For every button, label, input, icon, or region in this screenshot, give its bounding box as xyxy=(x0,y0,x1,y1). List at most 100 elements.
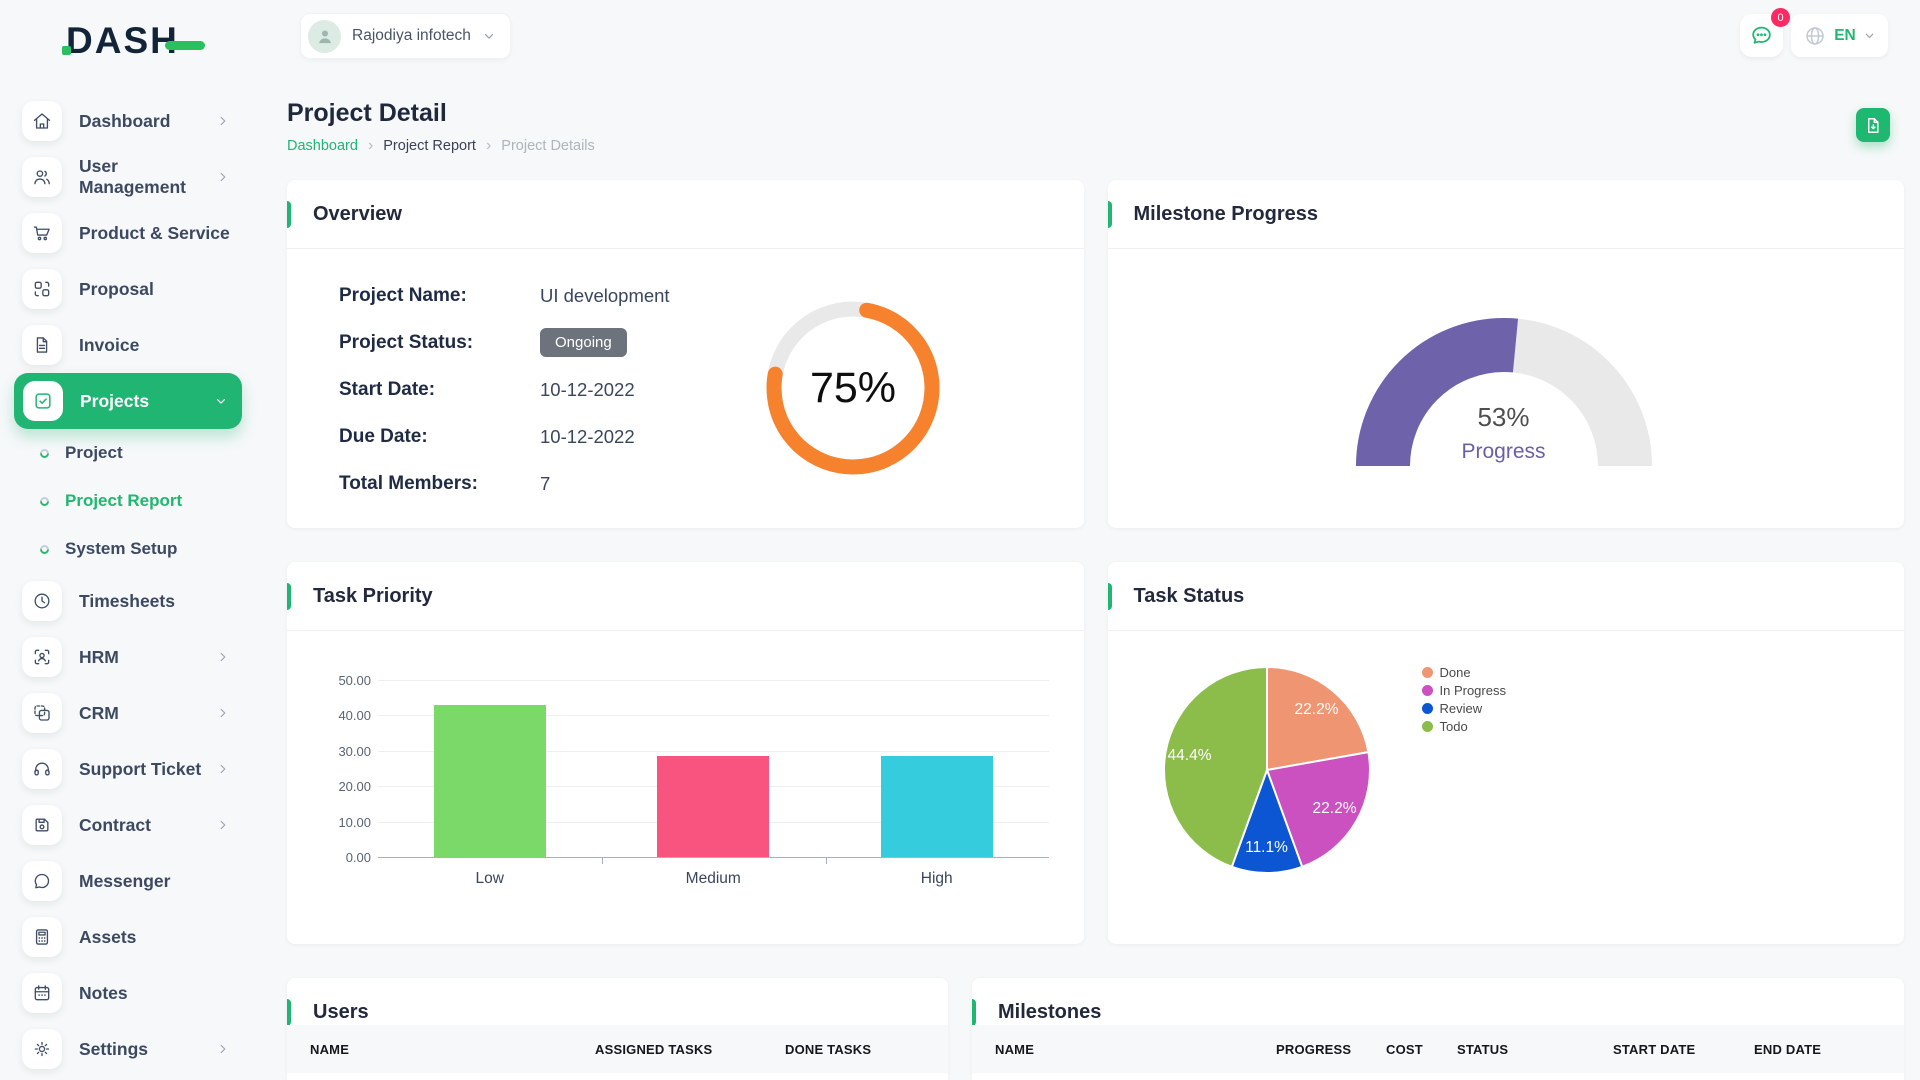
card-title: Milestone Progress xyxy=(1108,180,1905,249)
legend-dot xyxy=(1422,667,1433,678)
chevron-separator-icon: › xyxy=(368,137,373,155)
invoice-icon xyxy=(22,325,62,365)
legend-label: Done xyxy=(1440,665,1471,680)
y-tick-label: 0.00 xyxy=(327,850,371,865)
milestone-percent: 53% xyxy=(1356,402,1652,433)
top-bar: DASH Rajodiya infotech 0 EN xyxy=(0,0,1920,72)
x-tick xyxy=(602,858,603,864)
cart-icon xyxy=(22,213,62,253)
field-project-status: Project Status: Ongoing xyxy=(339,319,759,366)
axis-baseline: 0.00 xyxy=(327,857,1049,858)
sidebar-item-label: CRM xyxy=(79,703,119,724)
chevron-down-icon xyxy=(214,394,228,408)
pie-slice-label: 22.2% xyxy=(1313,800,1357,818)
field-project-name: Project Name: UI development xyxy=(339,272,759,319)
sidebar-item-timesheets[interactable]: Timesheets xyxy=(0,573,270,629)
sidebar-item-label: Proposal xyxy=(79,279,154,300)
legend-item-done: Done xyxy=(1422,664,1506,681)
sidebar-item-proposal[interactable]: Proposal xyxy=(0,261,270,317)
sidebar-item-label: Timesheets xyxy=(79,591,175,612)
chevron-right-icon xyxy=(216,1042,230,1056)
users-table-header: NAME ASSIGNED TASKS DONE TASKS xyxy=(287,1025,948,1073)
field-value: 10-12-2022 xyxy=(540,426,635,448)
sidebar: Dashboard User Management Product & Serv… xyxy=(0,72,270,1080)
main-content: Project Detail Dashboard › Project Repor… xyxy=(270,72,1920,1080)
globe-icon xyxy=(1803,24,1827,48)
sidebar-item-label: Projects xyxy=(80,391,149,412)
app-root: DASH Rajodiya infotech 0 EN xyxy=(0,0,1920,1080)
x-tick-label: Low xyxy=(378,870,602,888)
chevron-right-icon xyxy=(216,706,230,720)
x-tick-label: Medium xyxy=(602,870,826,888)
task-status-card: Task Status 22.2% 22.2% 11.1% 44.4% Done… xyxy=(1108,562,1905,944)
sidebar-item-product-service[interactable]: Product & Service xyxy=(0,205,270,261)
messages-button[interactable]: 0 xyxy=(1740,14,1783,57)
task-priority-card: Task Priority 50.00 40.00 30.00 20.00 10… xyxy=(287,562,1084,944)
x-tick-label: High xyxy=(825,870,1049,888)
sidebar-item-assets[interactable]: Assets xyxy=(0,909,270,965)
field-value: 7 xyxy=(540,473,550,495)
clock-icon xyxy=(22,581,62,621)
milestones-card: Milestones NAME PROGRESS COST STATUS STA… xyxy=(972,978,1904,1080)
sidebar-item-label: Project xyxy=(65,443,123,463)
y-tick-label: 40.00 xyxy=(327,708,371,723)
field-due-date: Due Date: 10-12-2022 xyxy=(339,413,759,460)
company-selector[interactable]: Rajodiya infotech xyxy=(300,13,511,59)
sidebar-item-label: Settings xyxy=(79,1039,148,1060)
bullet-icon xyxy=(38,543,51,556)
sidebar-item-projects[interactable]: Projects xyxy=(14,373,242,429)
breadcrumb-project-report[interactable]: Project Report xyxy=(383,138,476,154)
card-title: Task Status xyxy=(1108,562,1905,631)
sidebar-item-settings[interactable]: Settings xyxy=(0,1021,270,1077)
company-name: Rajodiya infotech xyxy=(352,27,471,45)
column-header: NAME xyxy=(310,1042,595,1057)
sidebar-item-user-management[interactable]: User Management xyxy=(0,149,270,205)
sidebar-item-hrm[interactable]: HRM xyxy=(0,629,270,685)
priority-bar xyxy=(881,756,993,857)
sidebar-item-notes[interactable]: Notes xyxy=(0,965,270,1021)
chat-bubble-icon xyxy=(22,861,62,901)
pie-slice-label: 11.1% xyxy=(1245,839,1288,857)
sidebar-item-system-setup[interactable]: System Setup xyxy=(0,525,270,573)
home-icon xyxy=(22,101,62,141)
field-label: Due Date: xyxy=(339,426,540,448)
sidebar-item-label: Notes xyxy=(79,983,128,1004)
chevron-right-icon xyxy=(216,170,230,184)
column-header: STATUS xyxy=(1457,1042,1613,1057)
chevron-down-icon xyxy=(1863,29,1876,42)
status-badge: Ongoing xyxy=(540,328,627,357)
user-focus-icon xyxy=(22,637,62,677)
legend-item-review: Review xyxy=(1422,700,1506,717)
column-header: PROGRESS xyxy=(1276,1042,1386,1057)
export-button[interactable] xyxy=(1856,108,1890,142)
language-selector[interactable]: EN xyxy=(1791,14,1888,57)
sidebar-item-label: Project Report xyxy=(65,491,182,511)
chevron-right-icon xyxy=(216,650,230,664)
overlapping-squares-icon xyxy=(22,693,62,733)
sidebar-item-contract[interactable]: Contract xyxy=(0,797,270,853)
users-card: Users NAME ASSIGNED TASKS DONE TASKS xyxy=(287,978,948,1080)
legend-label: In Progress xyxy=(1440,683,1506,698)
breadcrumb: Dashboard › Project Report › Project Det… xyxy=(287,137,1904,155)
column-header: END DATE xyxy=(1754,1042,1821,1057)
milestones-table-header: NAME PROGRESS COST STATUS START DATE END… xyxy=(972,1025,1904,1073)
sidebar-item-label: Support Ticket xyxy=(79,759,201,780)
sidebar-item-label: HRM xyxy=(79,647,119,668)
sidebar-item-support-ticket[interactable]: Support Ticket xyxy=(0,741,270,797)
sidebar-item-project[interactable]: Project xyxy=(0,429,270,477)
chevron-right-icon xyxy=(216,114,230,128)
milestone-progress-card: Milestone Progress 53% Progress xyxy=(1108,180,1905,528)
sidebar-item-crm[interactable]: CRM xyxy=(0,685,270,741)
sidebar-item-dashboard[interactable]: Dashboard xyxy=(0,93,270,149)
sidebar-item-label: Product & Service xyxy=(79,223,230,244)
app-logo[interactable]: DASH xyxy=(66,22,205,59)
sidebar-item-messenger[interactable]: Messenger xyxy=(0,853,270,909)
save-icon xyxy=(22,805,62,845)
page-title: Project Detail xyxy=(287,99,1904,128)
sidebar-item-invoice[interactable]: Invoice xyxy=(0,317,270,373)
legend-dot xyxy=(1422,703,1433,714)
breadcrumb-dashboard[interactable]: Dashboard xyxy=(287,138,358,154)
sidebar-item-project-report[interactable]: Project Report xyxy=(0,477,270,525)
chat-icon xyxy=(1749,23,1774,48)
priority-bars xyxy=(378,680,1049,857)
